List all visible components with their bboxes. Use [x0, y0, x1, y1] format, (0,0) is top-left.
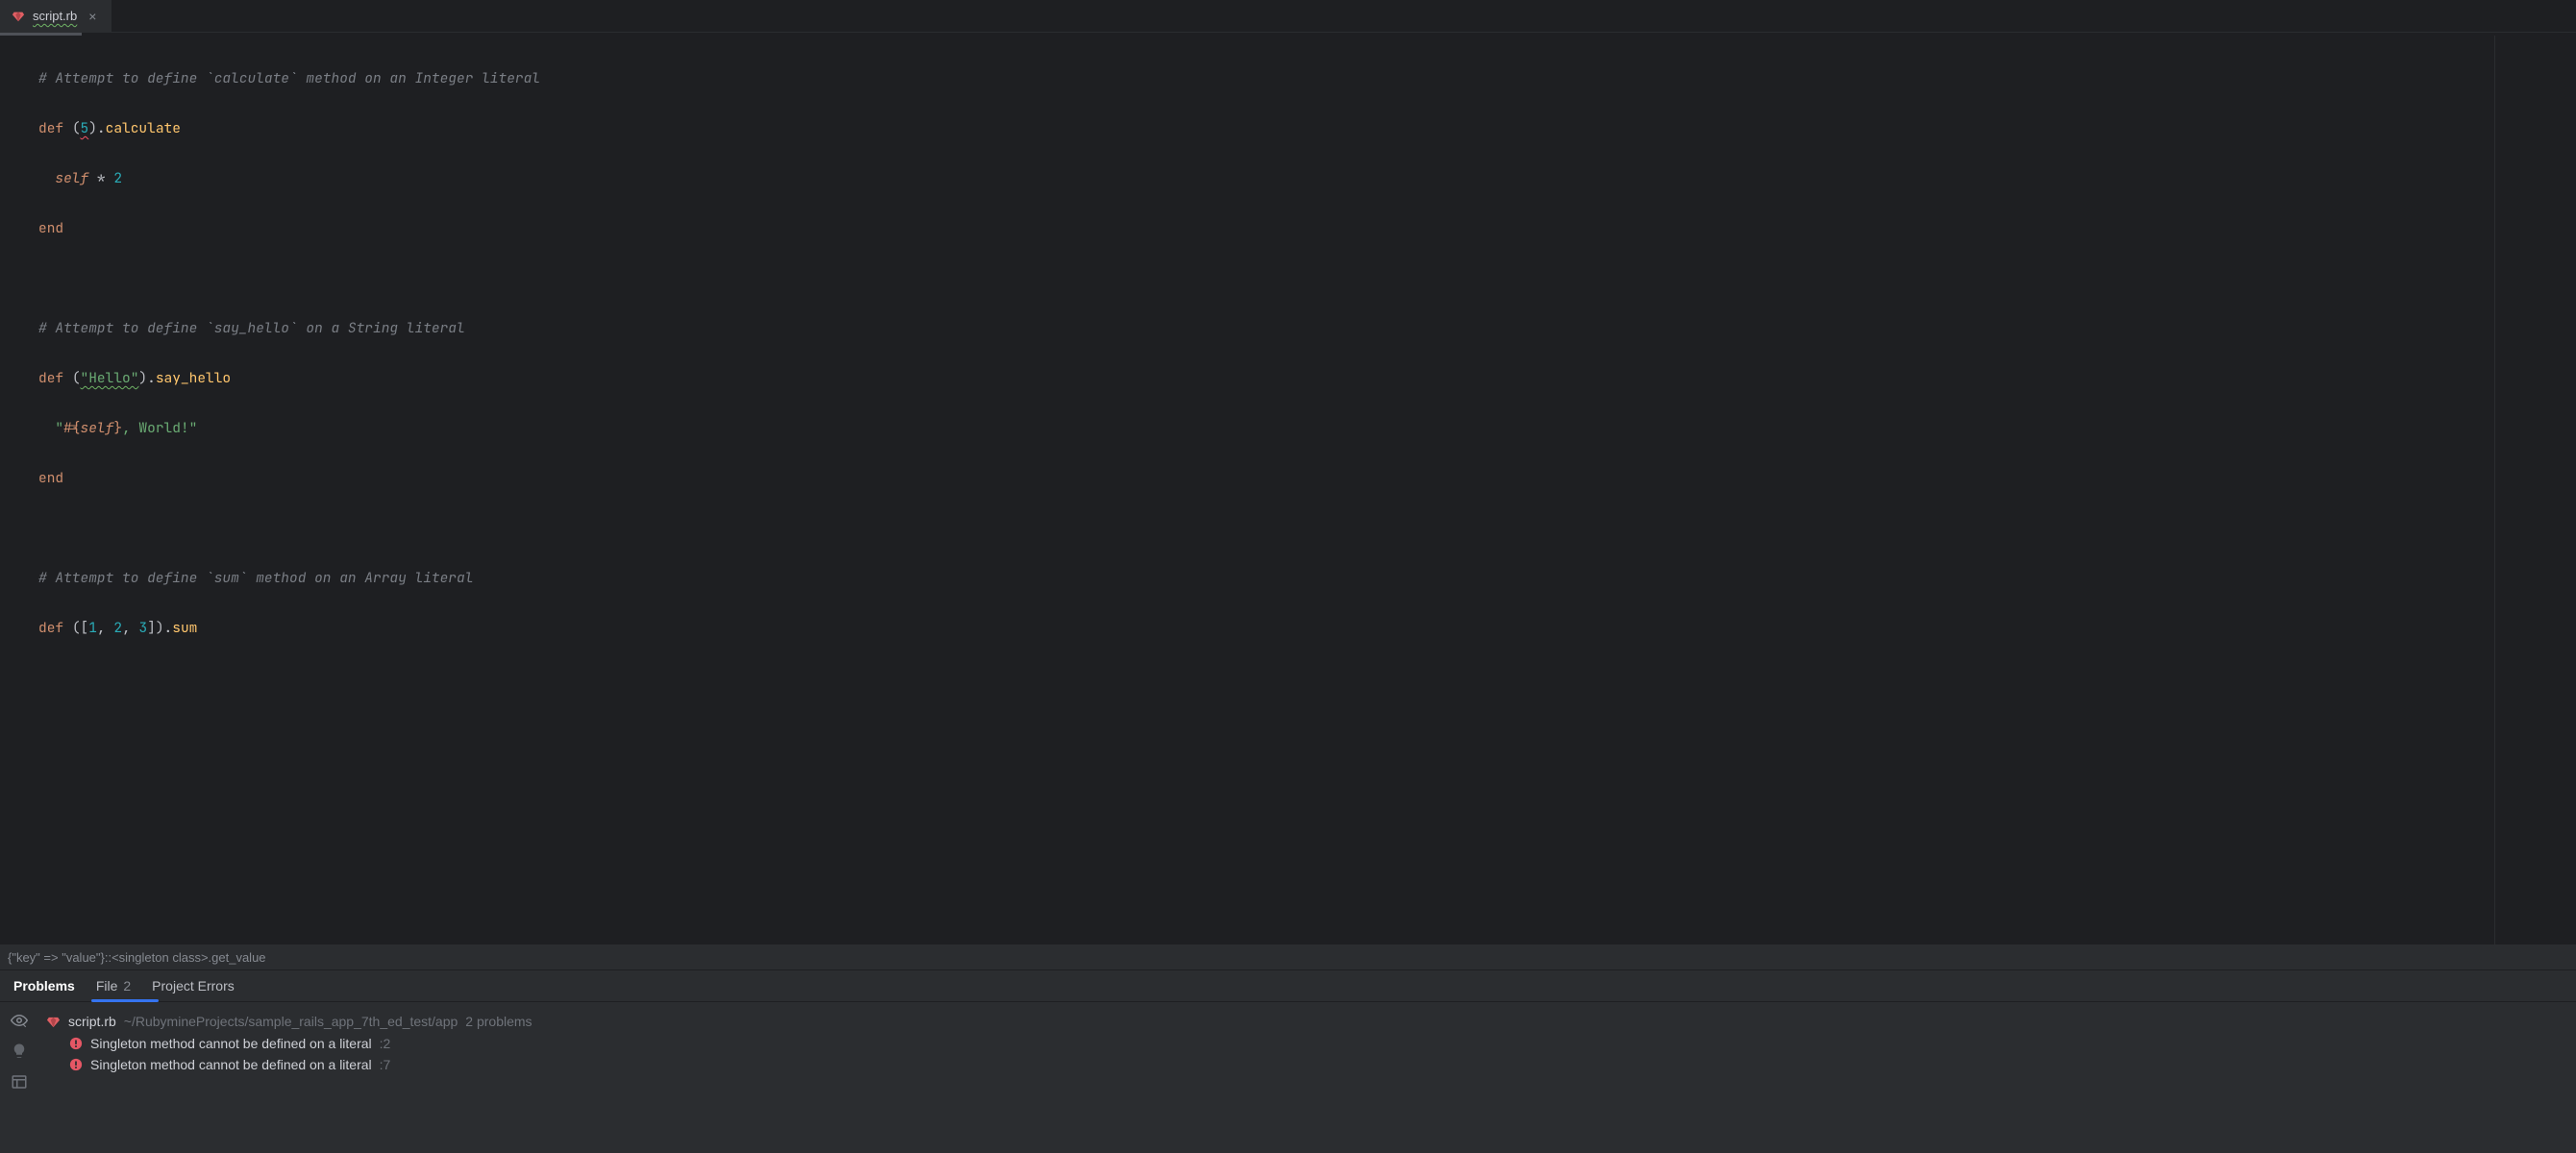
- problems-file-row[interactable]: script.rb ~/RubymineProjects/sample_rail…: [38, 1010, 2576, 1033]
- code-interp: #{: [63, 419, 80, 437]
- code-string: , World!: [122, 419, 189, 437]
- code-paren: (: [72, 619, 81, 637]
- layout-icon[interactable]: [11, 1073, 28, 1091]
- breadcrumb[interactable]: {"key" => "value"}::<singleton class>.ge…: [0, 945, 2576, 970]
- code-paren: (: [72, 119, 81, 137]
- code-paren: ): [88, 119, 97, 137]
- problem-item[interactable]: Singleton method cannot be defined on a …: [38, 1054, 2576, 1075]
- problem-message: Singleton method cannot be defined on a …: [90, 1036, 372, 1051]
- problem-line: :7: [380, 1057, 391, 1072]
- code-comma: ,: [97, 619, 113, 637]
- code-self: self: [55, 169, 88, 187]
- code-keyword: def: [38, 619, 63, 637]
- code-number: 2: [113, 169, 122, 187]
- code-string: ": [55, 419, 63, 437]
- ruby-icon: [12, 10, 25, 23]
- code-comment: # Attempt to define `calculate` method o…: [38, 69, 540, 87]
- code-content: # Attempt to define `calculate` method o…: [38, 36, 2576, 944]
- problems-file-count: 2 problems: [465, 1014, 532, 1029]
- code-method-name: sum: [172, 619, 197, 637]
- ruby-icon: [46, 1015, 61, 1029]
- code-keyword: end: [38, 219, 63, 237]
- problems-file-name: script.rb: [68, 1014, 116, 1029]
- error-icon: [69, 1037, 83, 1050]
- code-paren: ): [138, 369, 147, 387]
- app-root: script.rb × # Attempt to define `calcula…: [0, 0, 2576, 1153]
- code-dot: .: [147, 369, 156, 387]
- code-number: 5: [81, 119, 89, 137]
- tab-label: Problems: [13, 978, 75, 994]
- breadcrumb-text: {"key" => "value"}::<singleton class>.ge…: [8, 950, 266, 965]
- problems-tabs: Problems File 2 Project Errors: [0, 970, 2576, 1002]
- editor-gutter: [0, 36, 38, 944]
- code-string: "Hello": [81, 369, 139, 387]
- tab-label: File: [96, 978, 118, 994]
- problems-panel: Problems File 2 Project Errors script.rb…: [0, 970, 2576, 1153]
- editor-tabs-bar: script.rb ×: [0, 0, 2576, 33]
- code-editor[interactable]: # Attempt to define `calculate` method o…: [0, 36, 2576, 945]
- code-comment: # Attempt to define `say_hello` on a Str…: [38, 319, 465, 337]
- code-interp: }: [113, 419, 122, 437]
- problem-line: :2: [380, 1036, 391, 1051]
- code-bracket: [: [81, 619, 89, 637]
- problems-list: script.rb ~/RubymineProjects/sample_rail…: [38, 1002, 2576, 1153]
- code-number: 1: [88, 619, 97, 637]
- editor-right-margin: [2494, 36, 2495, 944]
- code-number: 3: [138, 619, 147, 637]
- code-method-name: say_hello: [156, 369, 231, 387]
- problems-file-path: ~/RubymineProjects/sample_rails_app_7th_…: [124, 1014, 458, 1029]
- code-comma: ,: [122, 619, 138, 637]
- code-dot: .: [97, 119, 106, 137]
- bulb-icon[interactable]: [11, 1043, 28, 1060]
- tab-file[interactable]: File 2: [96, 978, 131, 1001]
- code-paren: (: [72, 369, 81, 387]
- tab-project-errors[interactable]: Project Errors: [152, 978, 235, 1001]
- code-keyword: def: [38, 119, 63, 137]
- problem-item[interactable]: Singleton method cannot be defined on a …: [38, 1033, 2576, 1054]
- code-bracket: ]: [147, 619, 156, 637]
- tab-filename: script.rb: [33, 9, 77, 23]
- code-keyword: end: [38, 469, 63, 487]
- problems-sidebar: [0, 1002, 38, 1153]
- code-comment: # Attempt to define `sum` method on an A…: [38, 569, 473, 587]
- code-dot: .: [164, 619, 173, 637]
- problem-message: Singleton method cannot be defined on a …: [90, 1057, 372, 1072]
- tab-count: 2: [123, 978, 131, 994]
- code-self: self: [81, 419, 114, 437]
- tab-problems[interactable]: Problems: [13, 978, 75, 1001]
- close-icon[interactable]: ×: [85, 9, 100, 24]
- code-paren: ): [156, 619, 164, 637]
- editor-tab[interactable]: script.rb ×: [0, 0, 111, 32]
- tab-label: Project Errors: [152, 978, 235, 994]
- code-op: *: [88, 169, 113, 187]
- problems-body: script.rb ~/RubymineProjects/sample_rail…: [0, 1002, 2576, 1153]
- code-number: 2: [113, 619, 122, 637]
- error-icon: [69, 1058, 83, 1071]
- code-method-name: calculate: [106, 119, 181, 137]
- code-keyword: def: [38, 369, 63, 387]
- eye-icon[interactable]: [11, 1012, 28, 1029]
- code-string: ": [189, 419, 198, 437]
